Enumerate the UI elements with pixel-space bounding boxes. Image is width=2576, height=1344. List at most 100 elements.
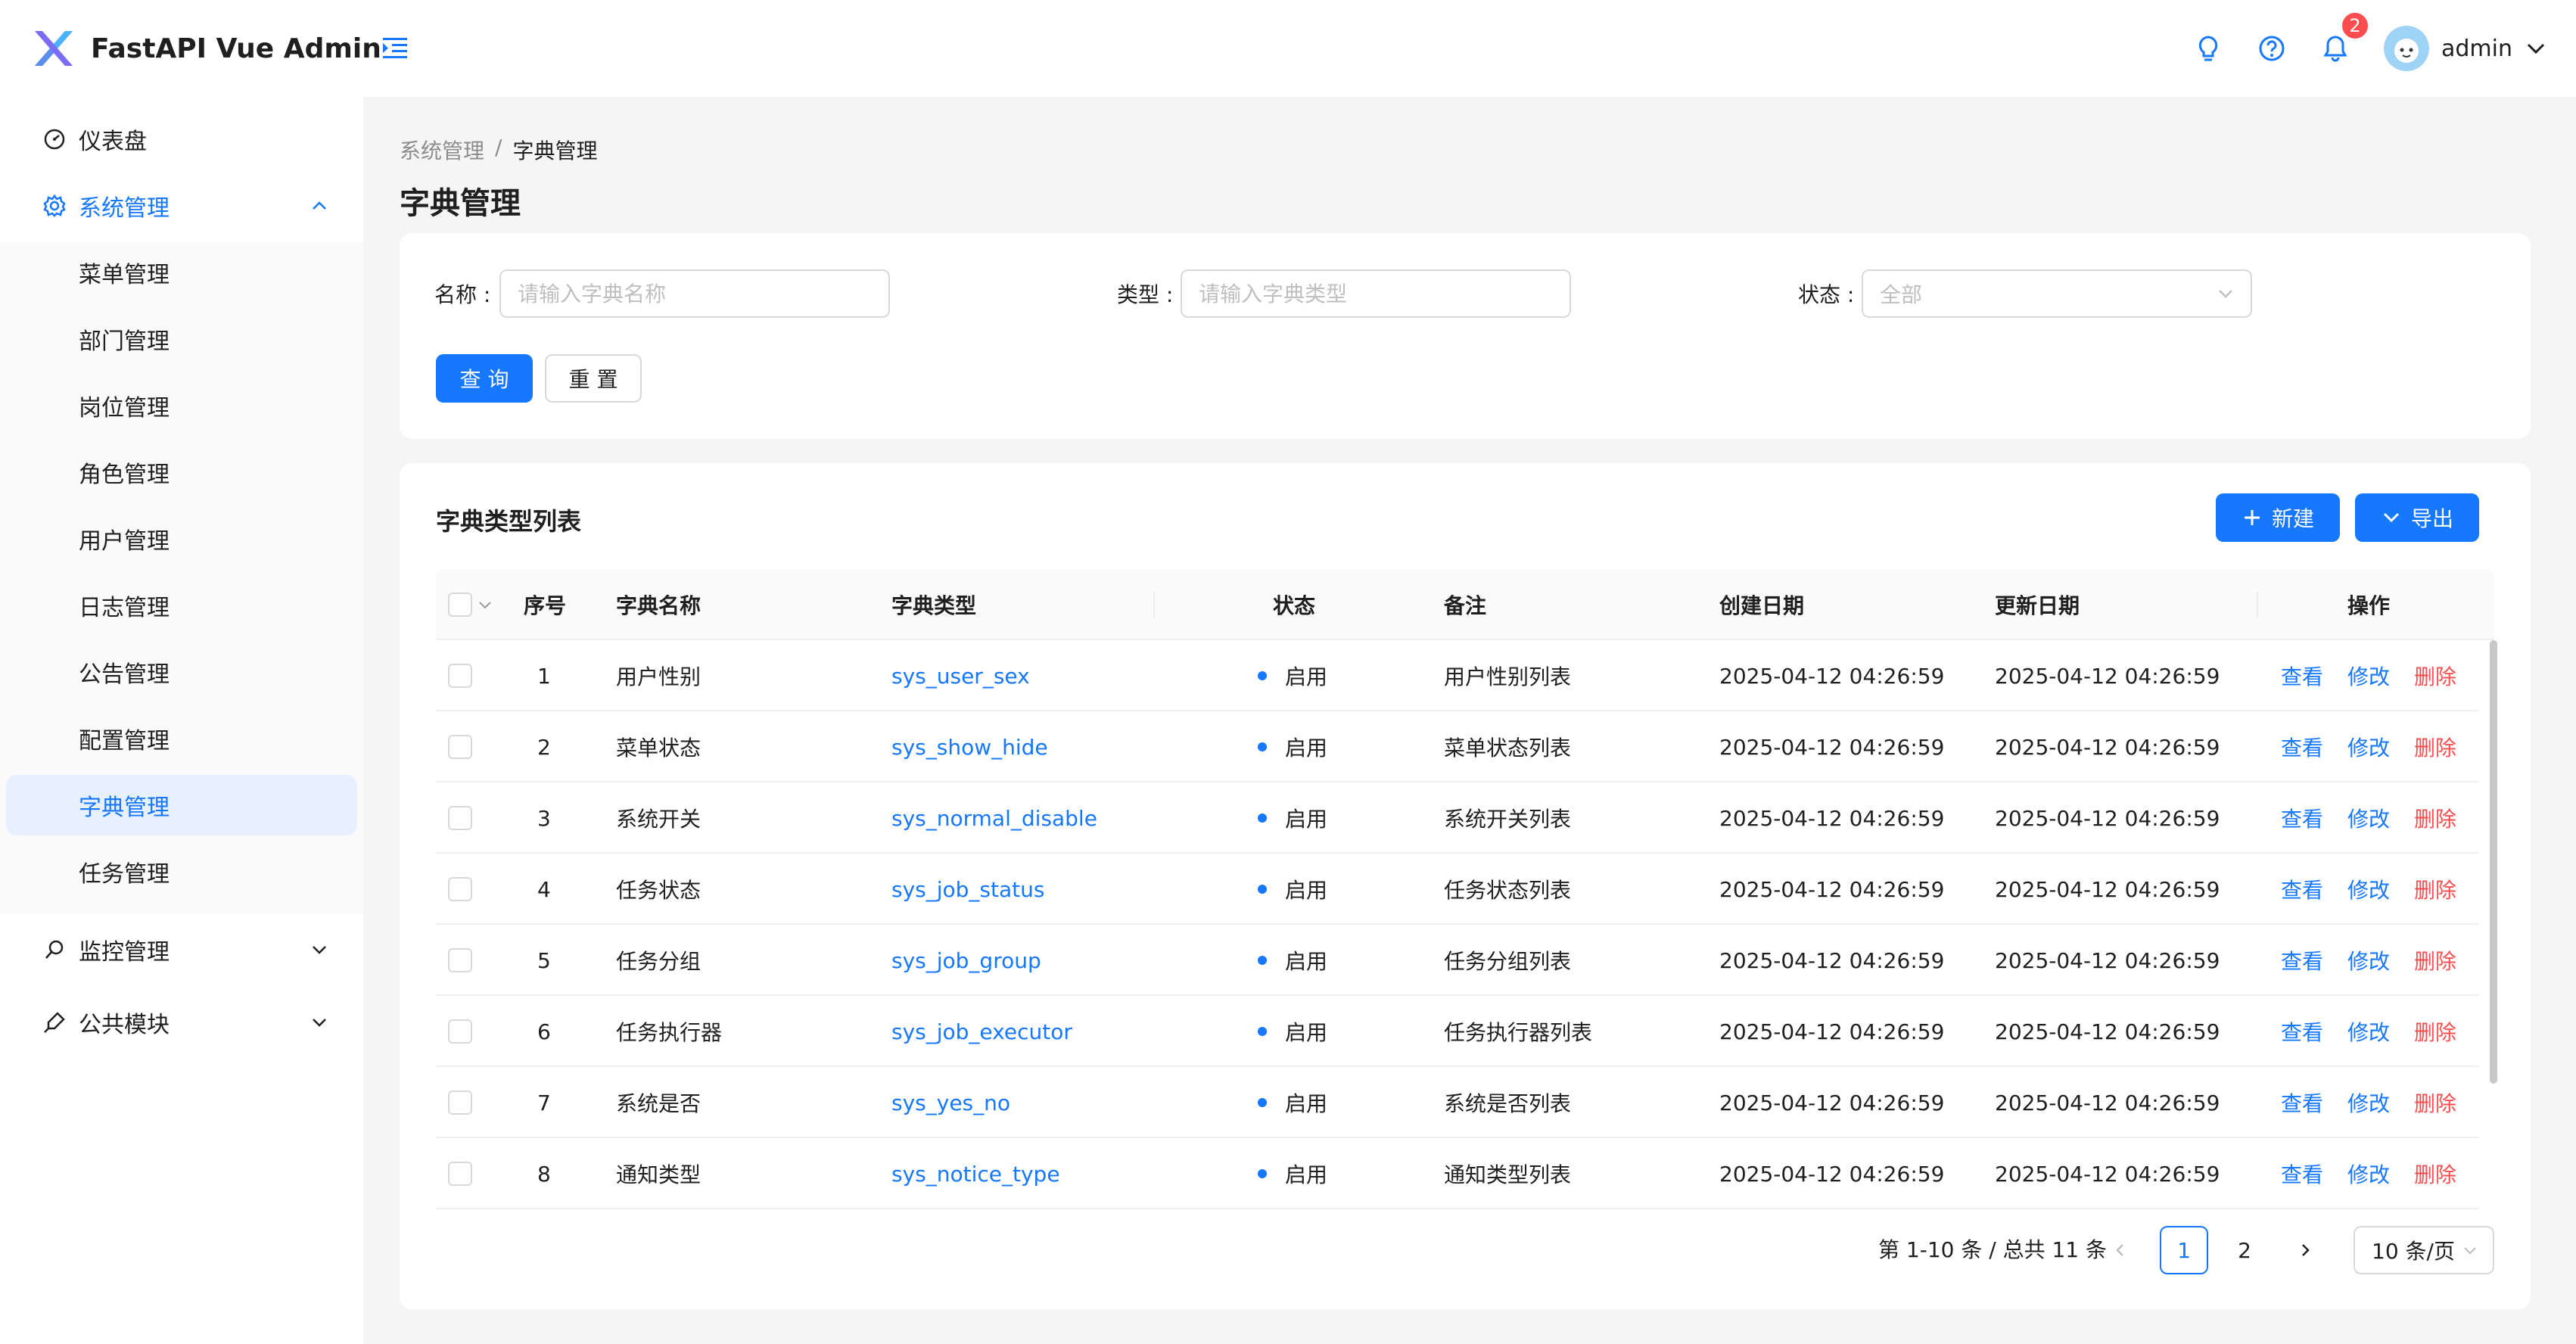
sidebar-item-notice-mgmt[interactable]: 公告管理 — [6, 642, 357, 702]
brand[interactable]: FastAPI Vue Admin — [29, 25, 381, 72]
view-button[interactable]: 查看 — [2281, 874, 2323, 904]
help-icon[interactable] — [2257, 33, 2287, 64]
new-button[interactable]: 新建 — [2216, 493, 2340, 542]
page-1-button[interactable]: 1 — [2160, 1226, 2208, 1274]
cell-remark: 系统是否列表 — [1444, 1091, 1572, 1116]
view-button[interactable]: 查看 — [2281, 732, 2323, 762]
row-checkbox[interactable] — [448, 806, 472, 830]
table-scrollbar[interactable] — [2490, 640, 2497, 1084]
export-button[interactable]: 导出 — [2355, 493, 2479, 542]
cell-name: 菜单状态 — [616, 736, 702, 761]
view-button[interactable]: 查看 — [2281, 661, 2323, 691]
cell-type-link[interactable]: sys_job_executor — [891, 996, 1072, 1067]
column-header-status: 状态 — [1273, 593, 1316, 618]
cell-updated: 2025-04-12 04:26:59 — [1995, 734, 2220, 760]
sidebar: 仪表盘 系统管理 菜单管理 部门管理 岗位管理 角色管理 用户管理 日志管理 公… — [0, 97, 363, 1344]
row-checkbox[interactable] — [448, 948, 472, 972]
bulb-icon[interactable] — [2193, 33, 2223, 64]
row-checkbox[interactable] — [448, 735, 472, 759]
table-row: 8 通知类型 sys_notice_type 启用 通知类型列表 2025-04-12 0… — [436, 1138, 2479, 1209]
status-select[interactable]: 全部 — [1862, 269, 2252, 318]
bell-icon[interactable]: 2 — [2320, 11, 2370, 64]
cell-actions: 查看 修改 删除 — [2281, 996, 2481, 1067]
edit-button[interactable]: 修改 — [2347, 945, 2390, 975]
status-dot-icon — [1258, 1169, 1267, 1178]
select-all-checkbox[interactable] — [448, 593, 472, 617]
sidebar-item-log-mgmt[interactable]: 日志管理 — [6, 575, 357, 636]
row-checkbox[interactable] — [448, 1019, 472, 1044]
view-button[interactable]: 查看 — [2281, 1159, 2323, 1189]
edit-button[interactable]: 修改 — [2347, 1159, 2390, 1189]
row-checkbox[interactable] — [448, 1090, 472, 1115]
sidebar-item-label: 公共模块 — [79, 1012, 170, 1038]
column-header-actions: 操作 — [2347, 593, 2391, 618]
delete-button[interactable]: 删除 — [2414, 732, 2456, 762]
view-button[interactable]: 查看 — [2281, 1087, 2323, 1118]
cell-index: 4 — [537, 876, 551, 902]
table-row: 1 用户性别 sys_user_sex 启用 用户性别列表 2025-04-12 04:2… — [436, 640, 2479, 711]
cell-type-link[interactable]: sys_job_status — [891, 854, 1044, 925]
next-page-button[interactable] — [2281, 1226, 2329, 1274]
delete-button[interactable]: 删除 — [2414, 1016, 2456, 1047]
cell-updated: 2025-04-12 04:26:59 — [1995, 876, 2220, 902]
delete-button[interactable]: 删除 — [2414, 803, 2456, 833]
delete-button[interactable]: 删除 — [2414, 661, 2456, 691]
sidebar-item-config-mgmt[interactable]: 配置管理 — [6, 708, 357, 769]
sidebar-item-user-mgmt[interactable]: 用户管理 — [6, 509, 357, 569]
cell-type-link[interactable]: sys_notice_type — [891, 1138, 1060, 1209]
view-button[interactable]: 查看 — [2281, 1016, 2323, 1047]
row-checkbox[interactable] — [448, 664, 472, 688]
cell-type-link[interactable]: sys_user_sex — [891, 640, 1030, 711]
edit-button[interactable]: 修改 — [2347, 1087, 2390, 1118]
cell-name: 系统是否 — [616, 1091, 702, 1116]
sidebar-item-dept-mgmt[interactable]: 部门管理 — [6, 309, 357, 369]
edit-button[interactable]: 修改 — [2347, 732, 2390, 762]
menu-fold-icon[interactable] — [380, 33, 410, 64]
delete-button[interactable]: 删除 — [2414, 1087, 2456, 1118]
edit-button[interactable]: 修改 — [2347, 803, 2390, 833]
sidebar-item-menu-mgmt[interactable]: 菜单管理 — [6, 242, 357, 303]
name-input[interactable] — [499, 269, 890, 318]
cell-remark: 通知类型列表 — [1444, 1162, 1572, 1187]
cell-type-link[interactable]: sys_normal_disable — [891, 782, 1097, 854]
user-name[interactable]: admin — [2441, 36, 2512, 62]
edit-button[interactable]: 修改 — [2347, 874, 2390, 904]
sidebar-item-dict-mgmt[interactable]: 字典管理 — [6, 775, 357, 835]
view-button[interactable]: 查看 — [2281, 803, 2323, 833]
breadcrumb-parent[interactable]: 系统管理 — [400, 135, 484, 165]
row-checkbox[interactable] — [448, 877, 472, 901]
prev-page-button[interactable] — [2096, 1226, 2145, 1274]
sidebar-item-common[interactable]: 公共模块 — [6, 992, 357, 1053]
sidebar-item-monitor[interactable]: 监控管理 — [6, 919, 357, 980]
type-input[interactable] — [1181, 269, 1571, 318]
edit-button[interactable]: 修改 — [2347, 1016, 2390, 1047]
chevron-down-icon[interactable] — [2525, 37, 2547, 60]
query-button[interactable]: 查 询 — [436, 354, 533, 403]
type-label: 类型 : — [1117, 282, 1174, 307]
sidebar-item-post-mgmt[interactable]: 岗位管理 — [6, 375, 357, 436]
sidebar-item-task-mgmt[interactable]: 任务管理 — [6, 842, 357, 902]
plus-icon — [2244, 510, 2260, 525]
delete-button[interactable]: 删除 — [2414, 945, 2456, 975]
sidebar-item-system[interactable]: 系统管理 — [6, 176, 357, 236]
edit-button[interactable]: 修改 — [2347, 661, 2390, 691]
status-text: 启用 — [1285, 878, 1328, 903]
cell-type-link[interactable]: sys_job_group — [891, 925, 1041, 996]
sidebar-item-dashboard[interactable]: 仪表盘 — [6, 109, 357, 170]
cell-remark: 系统开关列表 — [1444, 807, 1572, 832]
cell-type-link[interactable]: sys_yes_no — [891, 1067, 1010, 1138]
delete-button[interactable]: 删除 — [2414, 874, 2456, 904]
cell-remark: 任务状态列表 — [1444, 878, 1572, 903]
row-checkbox[interactable] — [448, 1162, 472, 1186]
view-button[interactable]: 查看 — [2281, 945, 2323, 975]
page-2-button[interactable]: 2 — [2220, 1226, 2269, 1274]
row-select-cell — [448, 1138, 472, 1209]
sidebar-item-role-mgmt[interactable]: 角色管理 — [6, 442, 357, 502]
chevron-down-icon[interactable] — [477, 596, 493, 613]
gear-icon — [43, 194, 66, 217]
cell-type-link[interactable]: sys_show_hide — [891, 711, 1048, 782]
avatar[interactable] — [2384, 26, 2429, 71]
delete-button[interactable]: 删除 — [2414, 1159, 2456, 1189]
page-size-select[interactable]: 10 条/页 — [2354, 1226, 2494, 1274]
reset-button[interactable]: 重 置 — [545, 354, 642, 403]
